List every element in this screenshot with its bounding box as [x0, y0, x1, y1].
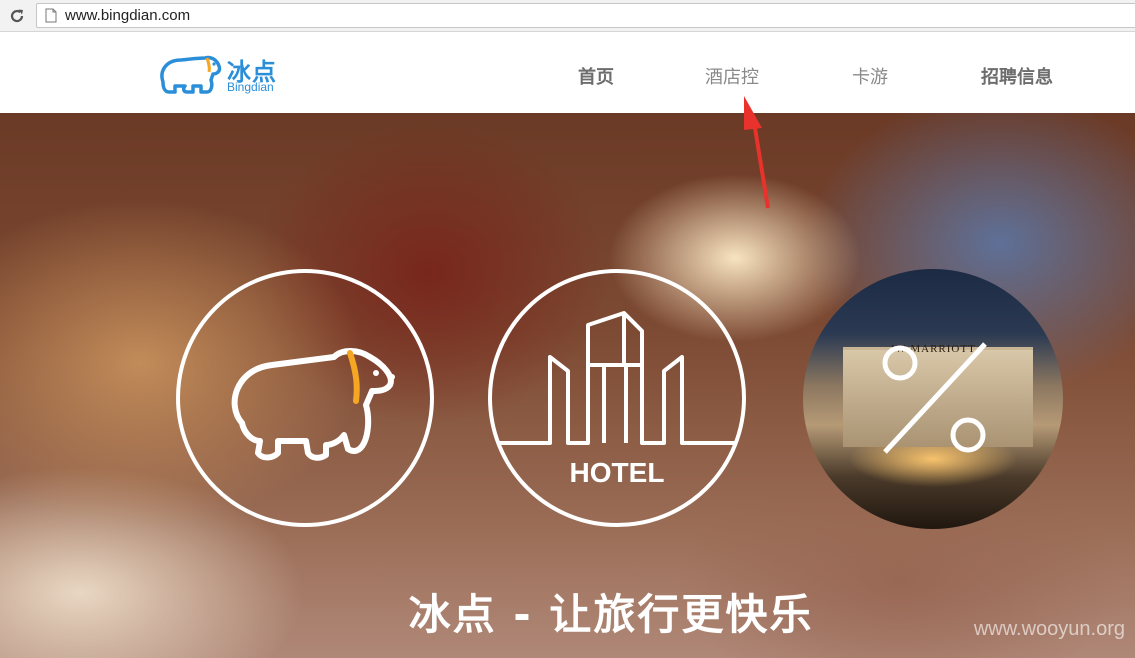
percent-icon — [882, 342, 987, 454]
nav-item-card-travel[interactable]: 卡游 — [852, 63, 888, 89]
nav-item-hotel[interactable]: 酒店控 — [705, 63, 759, 89]
address-bar[interactable]: www.bingdian.com — [36, 3, 1135, 28]
main-nav: 首页 酒店控 卡游 招聘信息 — [0, 63, 1135, 93]
hero-tagline: 冰点 - 让旅行更快乐 — [408, 590, 814, 639]
nav-item-home[interactable]: 首页 — [578, 63, 614, 89]
hotel-panel[interactable]: HOTEL — [488, 269, 746, 527]
reload-button[interactable] — [6, 5, 28, 27]
nav-item-jobs[interactable]: 招聘信息 — [981, 63, 1053, 89]
promo-panel[interactable]: JW MARRIOTT — [803, 269, 1063, 529]
bear-panel[interactable] — [176, 269, 434, 527]
hotel-label: HOTEL — [569, 457, 665, 488]
site-header: 冰点 Bingdian 首页 酒店控 卡游 招聘信息 — [0, 33, 1135, 113]
reload-icon — [10, 9, 24, 23]
page-icon — [45, 8, 57, 23]
hero-banner: HOTEL JW MARRIOTT 冰点 - 让旅行更快乐 www.wooyun… — [0, 113, 1135, 658]
polar-bear-icon — [231, 348, 395, 461]
browser-toolbar: www.bingdian.com — [0, 0, 1135, 32]
url-text: www.bingdian.com — [65, 7, 191, 24]
watermark: www.wooyun.org — [973, 618, 1125, 640]
